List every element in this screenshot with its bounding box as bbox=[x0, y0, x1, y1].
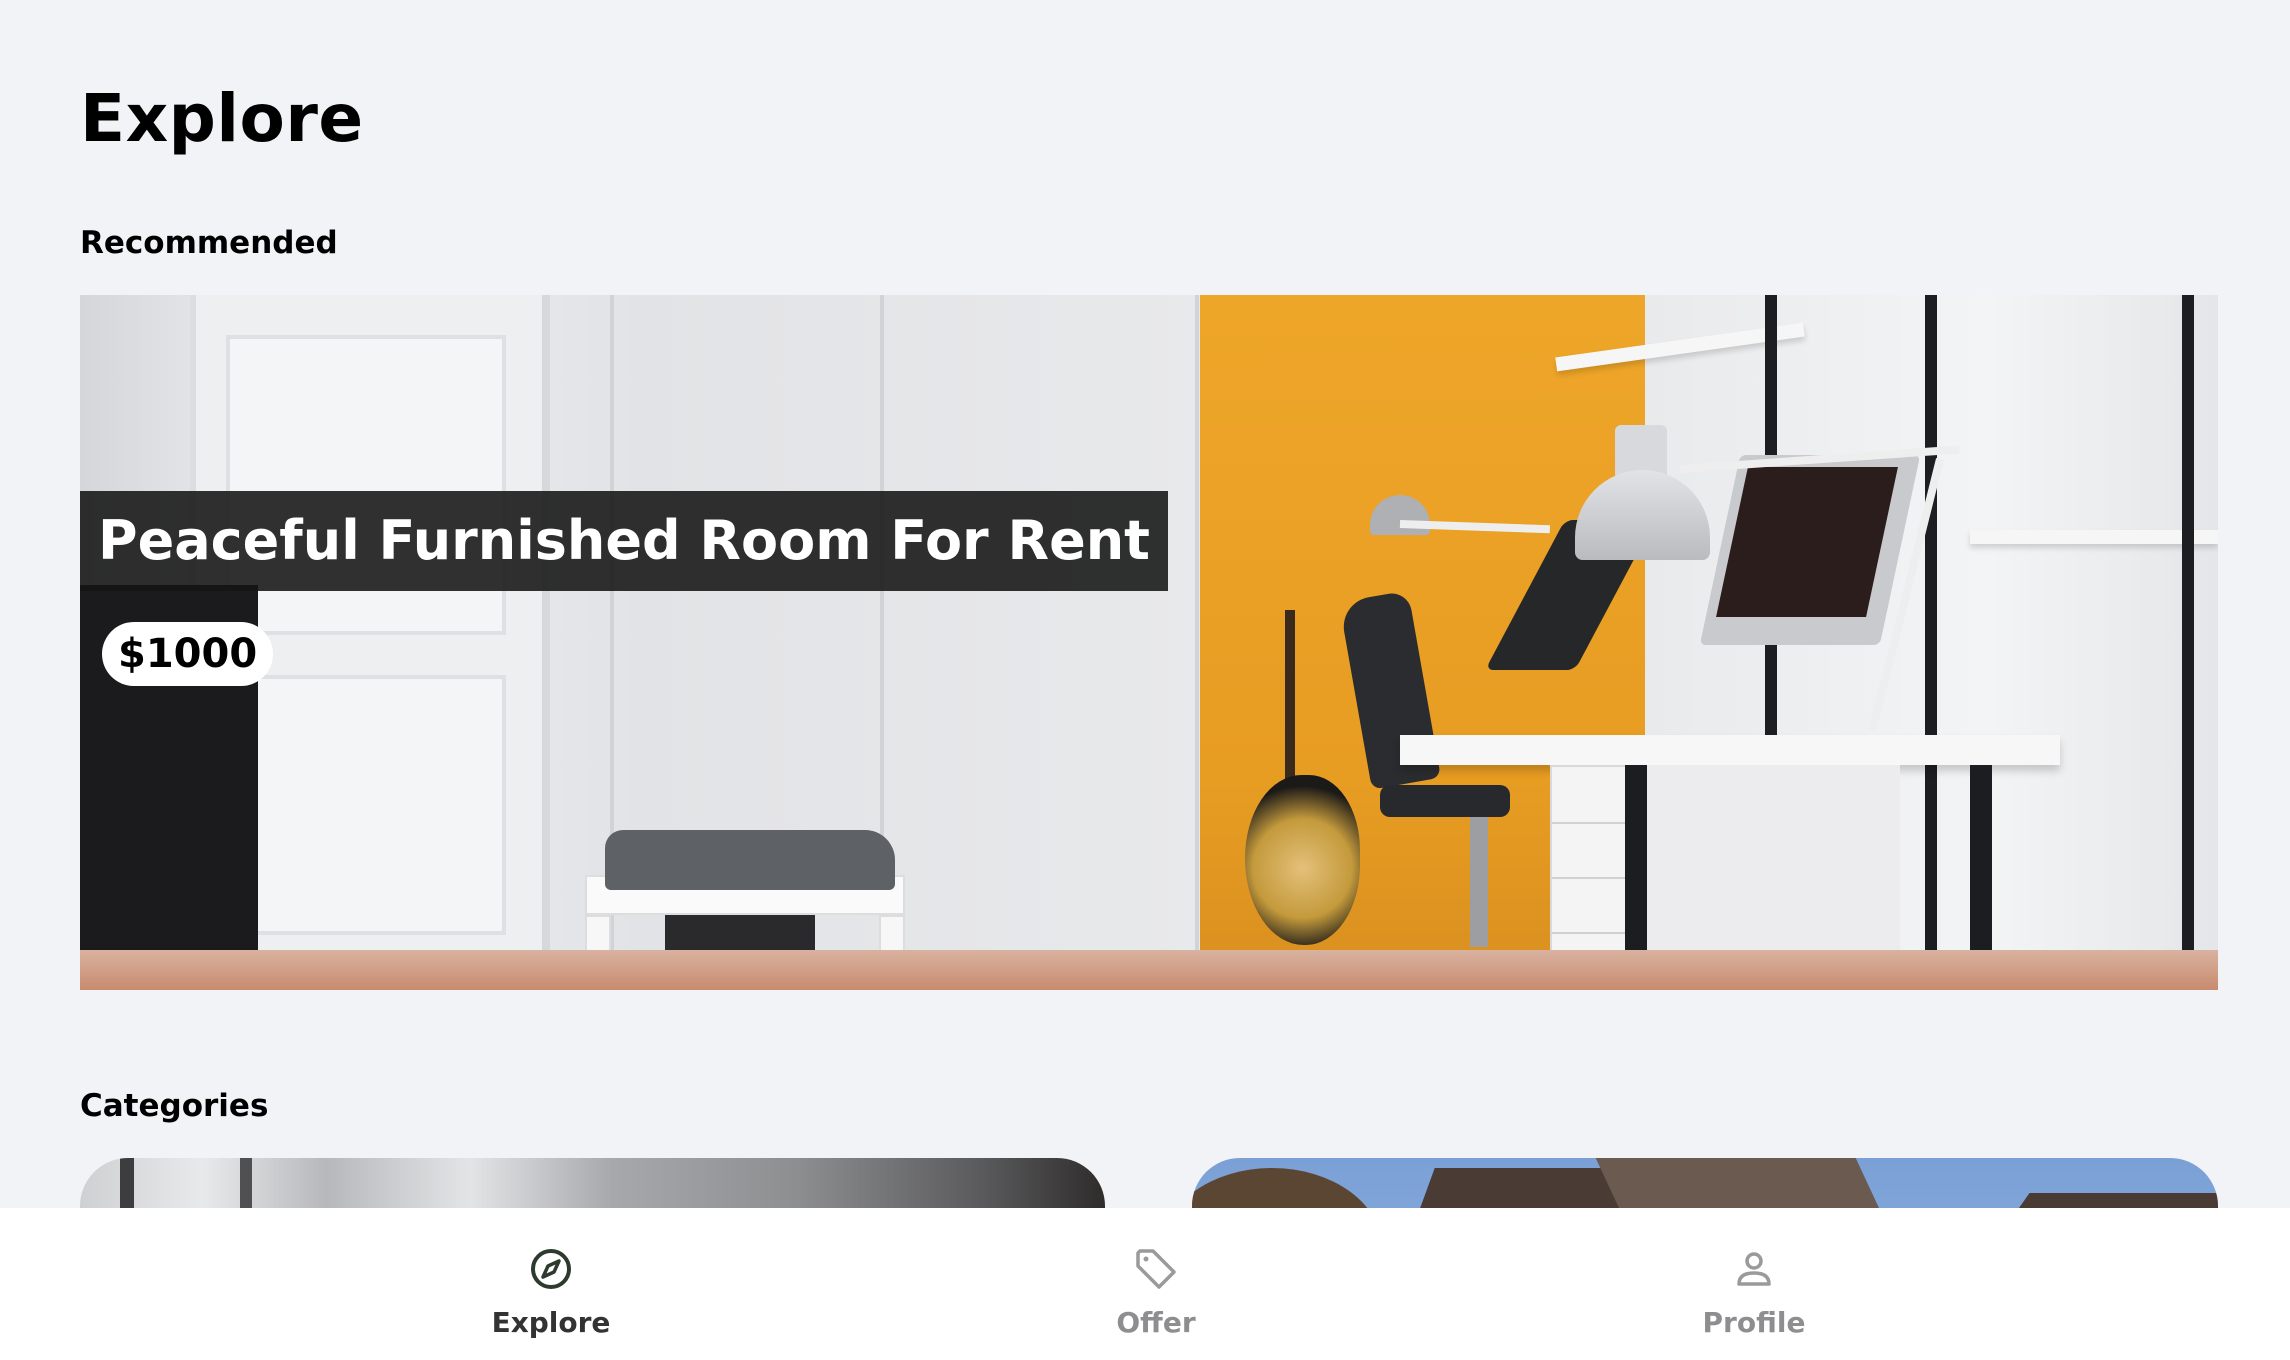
bottom-navigation: Explore Offer Profile bbox=[0, 1208, 2290, 1360]
nav-label-offer: Offer bbox=[1116, 1306, 1196, 1339]
nav-tab-explore[interactable]: Explore bbox=[441, 1246, 661, 1339]
page-title: Explore bbox=[80, 80, 364, 157]
listing-title: Peaceful Furnished Room For Rent bbox=[80, 491, 1168, 591]
nav-tab-profile[interactable]: Profile bbox=[1644, 1246, 1864, 1339]
recommended-listing-card[interactable] bbox=[80, 295, 2218, 990]
section-title-recommended: Recommended bbox=[80, 225, 338, 261]
compass-icon bbox=[531, 1249, 571, 1289]
tag-icon bbox=[1136, 1249, 1176, 1289]
section-title-categories: Categories bbox=[80, 1088, 269, 1124]
nav-tab-offer[interactable]: Offer bbox=[1046, 1246, 1266, 1339]
person-icon bbox=[1737, 1252, 1771, 1286]
nav-label-explore: Explore bbox=[491, 1306, 611, 1339]
nav-label-profile: Profile bbox=[1702, 1306, 1806, 1339]
price-badge: $1000 bbox=[102, 622, 274, 686]
